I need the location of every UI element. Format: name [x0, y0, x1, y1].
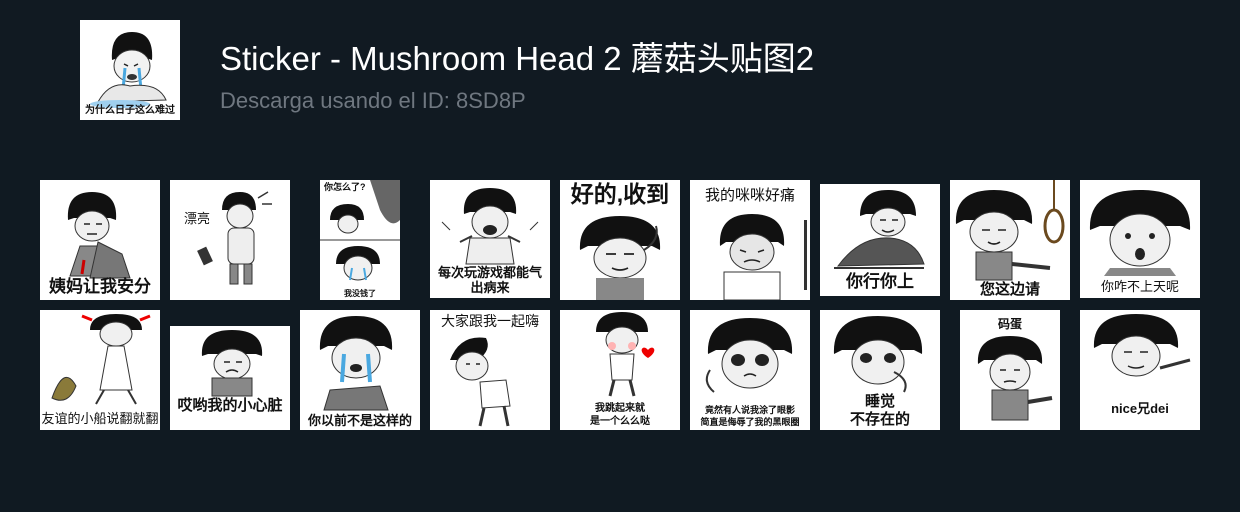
sticker-caption: 姨妈让我安分	[49, 277, 151, 296]
sticker-item[interactable]: 友谊的小船说翻就翻	[40, 310, 160, 430]
sticker-item[interactable]: 竟然有人说我涂了眼影 简直是侮辱了我的黑眼圈	[690, 310, 810, 430]
sticker-caption: 你咋不上天呢	[1100, 279, 1179, 294]
sticker-header: 为什么日子这么难过 Sticker - Mushroom Head 2 蘑菇头贴…	[0, 0, 1240, 140]
sticker-item[interactable]: 大家跟我一起嗨	[430, 310, 550, 430]
sticker-item[interactable]: 你行你上	[820, 184, 940, 296]
sticker-caption-line2: 出病来	[470, 280, 510, 295]
sticker-caption: 我的咪咪好痛	[704, 187, 795, 204]
sticker-caption: 竟然有人说我涂了眼影	[704, 405, 795, 415]
sticker-caption: 漂亮	[184, 211, 211, 226]
sticker-item[interactable]: 码蛋	[960, 310, 1060, 430]
cover-caption: 为什么日子这么难过	[85, 105, 175, 116]
sticker-item[interactable]: 睡觉 不存在的	[820, 310, 940, 430]
sticker-item[interactable]: 你以前不是这样的	[300, 310, 420, 430]
sticker-caption: 你以前不是这样的	[307, 413, 412, 428]
sticker-caption: 我没钱了	[344, 289, 376, 298]
sticker-caption: 友谊的小船说翻就翻	[41, 411, 159, 426]
sticker-caption: 哎哟我的小心脏	[177, 397, 283, 414]
sticker-item[interactable]: 姨妈让我安分	[40, 180, 160, 300]
sticker-item[interactable]: nice兄dei	[1080, 310, 1200, 430]
sticker-caption: 码蛋	[997, 317, 1022, 331]
sticker-caption: 睡觉	[864, 393, 895, 410]
sticker-item[interactable]: 每次玩游戏都能气 出病来	[430, 180, 550, 298]
sticker-item[interactable]: 漂亮	[170, 180, 290, 300]
sticker-item[interactable]: 你怎么了? 我没钱了	[320, 180, 400, 300]
sticker-caption-line2: 不存在的	[849, 411, 910, 428]
sticker-item[interactable]: 哎哟我的小心脏	[170, 326, 290, 430]
sticker-caption: nice兄dei	[1111, 401, 1169, 416]
sticker-item[interactable]: 好的,收到	[560, 180, 680, 300]
sticker-caption-line2: 简直是侮辱了我的黑眼圈	[700, 417, 800, 427]
sticker-item[interactable]: 我的咪咪好痛	[690, 180, 810, 300]
sticker-caption: 每次玩游戏都能气	[437, 265, 542, 280]
sticker-caption-line2: 是一个么么哒	[590, 416, 650, 427]
sticker-caption: 你行你上	[846, 272, 914, 291]
sticker-caption: 大家跟我一起嗨	[441, 313, 539, 329]
sticker-grid: 姨妈让我安分 漂亮 你怎么了? 我没钱了 每次玩游戏都能气 出病来 好的,收到 …	[0, 140, 1240, 512]
sticker-item[interactable]: 我跳起来就 是一个么么哒	[560, 310, 680, 430]
sticker-item[interactable]: 你咋不上天呢	[1080, 180, 1200, 298]
sticker-item[interactable]: 您这边请	[950, 180, 1070, 300]
sticker-caption: 好的,收到	[570, 181, 670, 207]
sticker-caption-top: 你怎么了?	[324, 182, 366, 192]
sticker-pack-cover-image: 为什么日子这么难过	[80, 20, 180, 120]
page-title: Sticker - Mushroom Head 2 蘑菇头贴图2	[220, 40, 815, 77]
sticker-caption: 我跳起来就	[595, 403, 645, 414]
download-id-label: Descarga usando el ID: 8SD8P	[220, 88, 526, 113]
sticker-caption: 您这边请	[979, 281, 1040, 298]
